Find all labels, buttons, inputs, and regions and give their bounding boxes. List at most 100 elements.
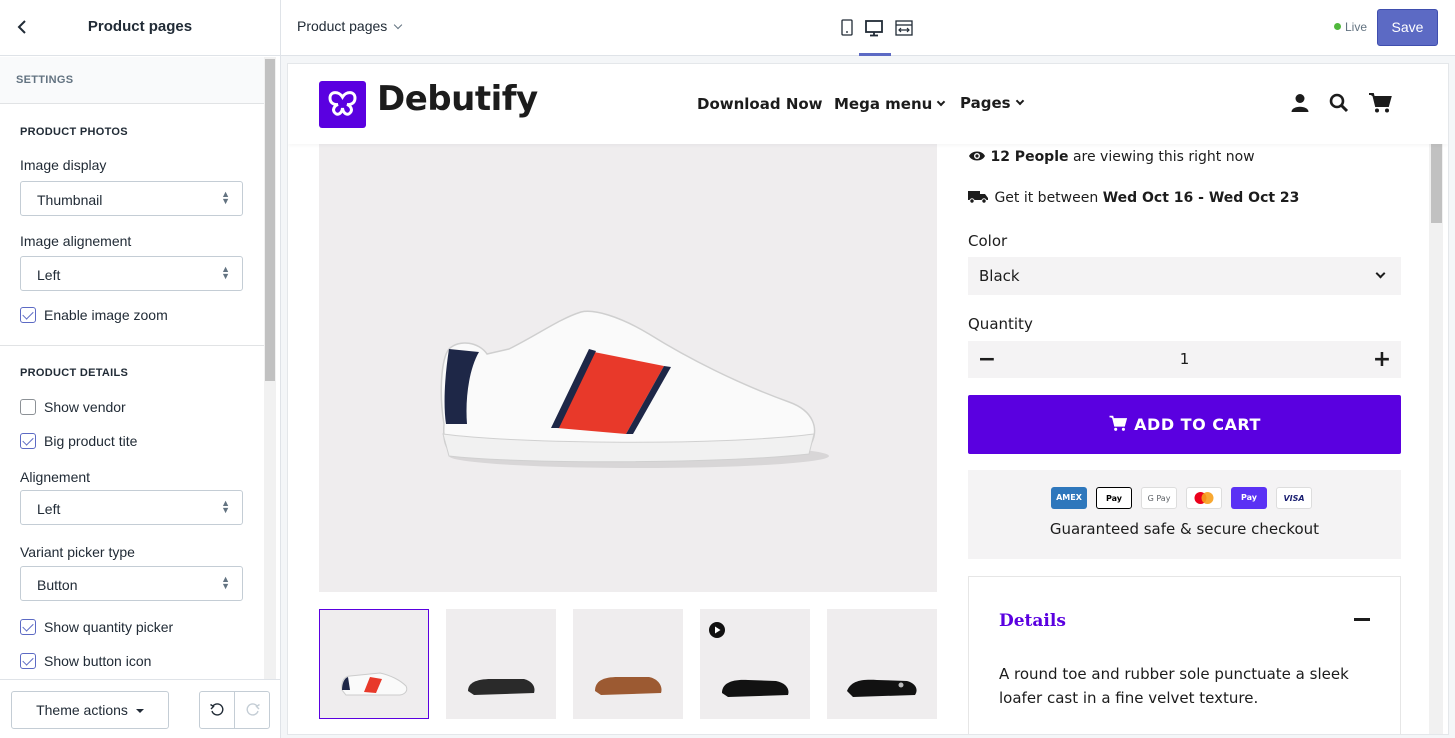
eye-icon (968, 149, 986, 165)
theme-editor-sidebar: Product pages SETTINGS PRODUCT PHOTOS Im… (0, 0, 281, 738)
live-dot-icon (1334, 23, 1341, 30)
sidebar-scrollbar-thumb[interactable] (265, 59, 275, 381)
butterfly-logo-icon[interactable] (319, 81, 366, 128)
color-label: Color (968, 232, 1008, 250)
product-video-thumbnail[interactable] (700, 609, 810, 719)
alignment-select[interactable]: Left ▲ ▼ (20, 490, 243, 525)
image-display-label: Image display (20, 157, 107, 173)
mastercard-icon (1186, 487, 1222, 509)
theme-actions-label: Theme actions (36, 702, 128, 718)
velvet-loafer-thumb-image (847, 679, 917, 697)
show-quantity-picker-label: Show quantity picker (44, 619, 174, 635)
theme-actions-button[interactable]: Theme actions (11, 691, 169, 729)
chevron-down-icon (1015, 96, 1024, 106)
editor-topbar: Product pages Live Save (281, 0, 1455, 56)
cart-icon[interactable] (1368, 92, 1392, 114)
quantity-label: Quantity (968, 315, 1033, 333)
fullscreen-icon[interactable] (893, 17, 917, 39)
product-thumbnail[interactable] (573, 609, 683, 719)
product-thumbnail[interactable] (319, 609, 429, 719)
alignment-value: Left (37, 501, 61, 517)
show-button-icon-checkbox[interactable]: Show button icon (20, 653, 151, 669)
secure-checkout-box: AMEX Pay G Pay Pay VISA Guaranteed safe … (968, 470, 1401, 559)
product-thumbnail[interactable] (446, 609, 556, 719)
checkbox-checked-icon[interactable] (20, 307, 36, 323)
details-accordion: Details A round toe and rubber sole punc… (968, 576, 1401, 734)
variant-picker-label: Variant picker type (20, 544, 135, 560)
viewers-notice: 12 People are viewing this right now (968, 149, 1255, 165)
enable-image-zoom-checkbox[interactable]: Enable image zoom (20, 307, 168, 323)
image-display-select[interactable]: Thumbnail ▲ ▼ (20, 181, 243, 216)
undo-icon[interactable] (200, 692, 235, 728)
amex-icon: AMEX (1051, 487, 1087, 509)
play-icon[interactable] (709, 622, 725, 643)
add-to-cart-button[interactable]: ADD TO CART (968, 395, 1401, 454)
truck-icon (968, 190, 990, 206)
select-arrows-icon: ▲ ▼ (221, 264, 230, 281)
checkbox-checked-icon[interactable] (20, 619, 36, 635)
image-alignment-select[interactable]: Left ▲ ▼ (20, 256, 243, 291)
settings-heading: SETTINGS (0, 57, 264, 104)
big-product-title-checkbox[interactable]: Big product tite (20, 433, 137, 449)
account-icon[interactable] (1289, 92, 1311, 114)
chevron-down-icon (1375, 268, 1386, 279)
checkbox-checked-icon[interactable] (20, 653, 36, 669)
color-select[interactable]: Black (968, 257, 1401, 295)
nav-pages[interactable]: Pages (960, 94, 1024, 112)
cart-icon (1108, 415, 1128, 434)
visa-icon: VISA (1276, 487, 1312, 509)
add-to-cart-label: ADD TO CART (1134, 415, 1261, 434)
image-alignment-label: Image alignement (20, 233, 132, 249)
image-display-value: Thumbnail (37, 192, 103, 208)
sidebar-scrollbar[interactable] (264, 57, 276, 679)
mobile-icon[interactable] (836, 17, 860, 39)
minus-icon[interactable]: − (968, 341, 1006, 378)
product-thumbnail[interactable] (827, 609, 937, 719)
chevron-down-icon (937, 97, 946, 107)
desktop-icon[interactable] (859, 17, 891, 56)
nav-mega-menu-label: Mega menu (834, 95, 933, 113)
color-value: Black (979, 267, 1020, 285)
preview-scrollbar[interactable] (1429, 120, 1443, 734)
undo-redo-group (199, 691, 270, 729)
chevron-down-icon (394, 20, 403, 30)
save-button[interactable]: Save (1377, 9, 1438, 46)
sidebar-header: Product pages (0, 0, 280, 56)
details-description: A round toe and rubber sole punctuate a … (999, 665, 1349, 707)
page-type-select[interactable]: Product pages (297, 18, 403, 34)
select-arrows-icon: ▲ ▼ (221, 498, 230, 515)
variant-picker-value: Button (37, 577, 78, 593)
live-status: Live (1334, 20, 1367, 34)
checkbox-unchecked-icon[interactable] (20, 399, 36, 415)
white-sneaker-thumb-image (341, 672, 408, 696)
show-vendor-checkbox[interactable]: Show vendor (20, 399, 126, 415)
page-type-label: Product pages (297, 18, 388, 34)
search-icon[interactable] (1328, 92, 1350, 114)
alignment-label: Alignement (20, 469, 91, 485)
store-logo-text[interactable]: Debutify (377, 79, 538, 119)
delivery-prefix: Get it between (994, 190, 1099, 206)
secure-checkout-text: Guaranteed safe & secure checkout (1049, 520, 1320, 538)
redo-icon[interactable] (235, 692, 270, 728)
shop-pay-icon: Pay (1231, 487, 1267, 509)
store-header: Debutify Download Now Mega menu Pages (288, 64, 1448, 144)
quantity-input[interactable]: 1 (1006, 341, 1363, 378)
nav-mega-menu[interactable]: Mega menu (834, 95, 946, 113)
variant-picker-select[interactable]: Button ▲ ▼ (20, 566, 243, 601)
show-button-icon-label: Show button icon (44, 653, 152, 669)
details-title[interactable]: Details (999, 611, 1066, 631)
select-arrows-icon: ▲ ▼ (221, 574, 230, 591)
viewers-suffix: are viewing this right now (1072, 149, 1255, 165)
product-details-heading: PRODUCT DETAILS (20, 367, 129, 379)
delivery-range: Wed Oct 16 - Wed Oct 23 (1102, 190, 1300, 206)
google-pay-icon: G Pay (1141, 487, 1177, 509)
quantity-stepper: − 1 + (968, 341, 1401, 378)
plus-icon[interactable]: + (1363, 341, 1401, 378)
black-loafer-thumb-image (468, 679, 535, 695)
brown-loafer-thumb-image (595, 677, 662, 695)
nav-download-now[interactable]: Download Now (697, 95, 823, 113)
collapse-minus-icon[interactable] (1354, 618, 1370, 621)
show-quantity-picker-checkbox[interactable]: Show quantity picker (20, 619, 173, 635)
product-main-image[interactable] (319, 144, 937, 592)
checkbox-checked-icon[interactable] (20, 433, 36, 449)
